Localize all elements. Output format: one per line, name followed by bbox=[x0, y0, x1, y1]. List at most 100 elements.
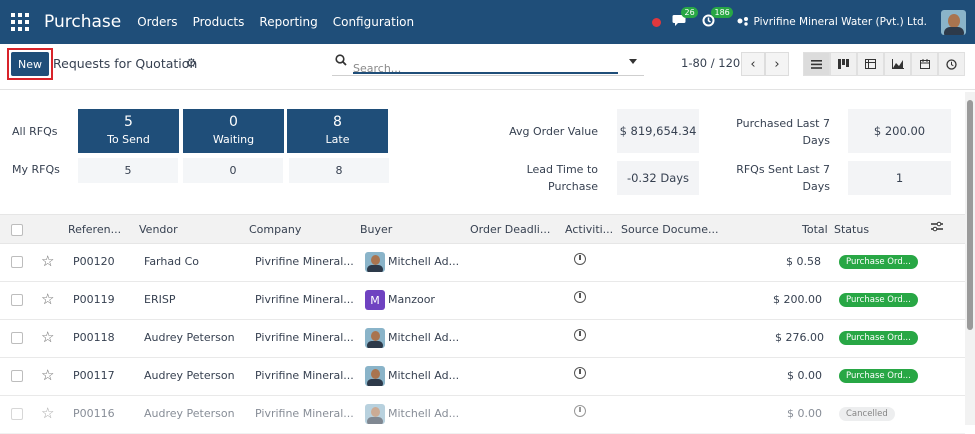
messages-count-badge: 26 bbox=[681, 6, 698, 18]
app-name[interactable]: Purchase bbox=[44, 12, 121, 32]
row-vendor: ERISP bbox=[144, 293, 176, 306]
company-name[interactable]: Pivrifine Mineral Water (Pvt.) Ltd. bbox=[753, 16, 927, 28]
top-navbar: Purchase Orders Products Reporting Confi… bbox=[0, 0, 975, 44]
list-view-icon[interactable] bbox=[803, 52, 830, 76]
pivot-view-icon[interactable] bbox=[857, 52, 884, 76]
my-rfqs-label: My RFQs bbox=[12, 163, 60, 176]
buyer-avatar bbox=[365, 404, 385, 424]
col-source-document[interactable]: Source Docume... bbox=[621, 223, 718, 236]
table-row[interactable]: ☆ P00118 Audrey Peterson Pivrifine Miner… bbox=[0, 320, 965, 358]
pager-previous-button[interactable]: ‹ bbox=[741, 52, 765, 76]
activities-count-badge: 186 bbox=[711, 6, 733, 18]
app-menu-icon[interactable] bbox=[11, 13, 29, 31]
page-title[interactable]: Requests for Quotation bbox=[53, 56, 197, 71]
row-buyer: Mitchell Ad... bbox=[388, 331, 460, 344]
table-row[interactable]: ☆ P00120 Farhad Co Pivrifine Mineral... … bbox=[0, 244, 965, 282]
tile-waiting-count: 0 bbox=[229, 114, 238, 130]
row-vendor: Farhad Co bbox=[144, 255, 199, 268]
search-input[interactable] bbox=[353, 62, 618, 75]
nav-reporting[interactable]: Reporting bbox=[259, 15, 317, 29]
row-vendor: Audrey Peterson bbox=[144, 407, 235, 420]
col-vendor[interactable]: Vendor bbox=[139, 223, 178, 236]
avg-order-label: Avg Order Value bbox=[509, 125, 598, 138]
row-checkbox[interactable] bbox=[11, 256, 23, 268]
row-checkbox[interactable] bbox=[11, 332, 23, 344]
my-waiting-count[interactable]: 0 bbox=[183, 158, 283, 183]
purchased-label-line2: Days bbox=[802, 134, 830, 147]
select-all-checkbox[interactable] bbox=[11, 224, 23, 236]
search-underline bbox=[332, 75, 644, 76]
table-row[interactable]: ☆ P00119 ERISP Pivrifine Mineral... M Ma… bbox=[0, 282, 965, 320]
tile-waiting[interactable]: 0 Waiting bbox=[183, 109, 284, 153]
row-checkbox[interactable] bbox=[11, 370, 23, 382]
row-vendor: Audrey Peterson bbox=[144, 331, 235, 344]
calendar-view-icon[interactable] bbox=[911, 52, 938, 76]
status-badge: Purchase Ord... bbox=[839, 331, 918, 345]
col-buyer[interactable]: Buyer bbox=[360, 223, 392, 236]
tile-late-label: Late bbox=[325, 133, 350, 146]
priority-star-icon[interactable]: ☆ bbox=[41, 328, 54, 346]
purchased-label-line1: Purchased Last 7 bbox=[736, 117, 830, 130]
graph-view-icon[interactable] bbox=[884, 52, 911, 76]
activity-clock-icon[interactable] bbox=[574, 405, 586, 417]
buyer-avatar: M bbox=[365, 290, 385, 310]
tile-to-send[interactable]: 5 To Send bbox=[78, 109, 179, 153]
activity-view-icon[interactable] bbox=[938, 52, 965, 76]
row-total: $ 276.00 bbox=[775, 331, 824, 344]
rfqs-sent-label-line2: Days bbox=[802, 180, 830, 193]
nav-orders[interactable]: Orders bbox=[137, 15, 177, 29]
activity-clock-icon[interactable] bbox=[574, 329, 586, 341]
activity-clock-icon[interactable] bbox=[574, 253, 586, 265]
rfq-dashboard: All RFQs My RFQs 5 To Send 0 Waiting 8 L… bbox=[0, 90, 965, 214]
nav-products[interactable]: Products bbox=[193, 15, 245, 29]
row-checkbox[interactable] bbox=[11, 294, 23, 306]
col-activities[interactable]: Activiti... bbox=[565, 223, 613, 236]
pager-value[interactable]: 1-80 / 120 bbox=[681, 56, 740, 70]
company-switch-icon[interactable] bbox=[737, 16, 749, 29]
lead-time-value: -0.32 Days bbox=[617, 161, 699, 195]
row-total: $ 200.00 bbox=[773, 293, 822, 306]
purchased-value: $ 200.00 bbox=[848, 109, 951, 153]
row-total: $ 0.58 bbox=[786, 255, 821, 268]
gear-icon[interactable]: ⚙ bbox=[186, 56, 197, 70]
search-field[interactable] bbox=[353, 57, 618, 75]
priority-star-icon[interactable]: ☆ bbox=[41, 290, 54, 308]
col-status[interactable]: Status bbox=[834, 223, 869, 236]
tile-late[interactable]: 8 Late bbox=[287, 109, 388, 153]
table-row[interactable]: ☆ P00117 Audrey Peterson Pivrifine Miner… bbox=[0, 358, 965, 396]
activity-clock-icon[interactable] bbox=[574, 291, 586, 303]
activity-clock-icon[interactable] bbox=[574, 367, 586, 379]
tile-to-send-count: 5 bbox=[124, 114, 133, 130]
priority-star-icon[interactable]: ☆ bbox=[41, 252, 54, 270]
tile-late-count: 8 bbox=[333, 114, 342, 130]
user-avatar[interactable] bbox=[941, 9, 966, 35]
rfqs-sent-label-line1: RFQs Sent Last 7 bbox=[736, 163, 830, 176]
search-options-toggle-icon[interactable] bbox=[629, 59, 637, 64]
col-total[interactable]: Total bbox=[802, 223, 828, 236]
buyer-avatar bbox=[365, 252, 385, 272]
col-reference[interactable]: Referen... bbox=[68, 223, 121, 236]
row-reference: P00118 bbox=[73, 331, 115, 344]
row-company: Pivrifine Mineral... bbox=[255, 255, 354, 268]
messages-icon[interactable]: 26 bbox=[672, 6, 698, 31]
row-checkbox[interactable] bbox=[11, 408, 23, 420]
activities-icon[interactable]: 186 bbox=[702, 6, 733, 31]
priority-star-icon[interactable]: ☆ bbox=[41, 404, 54, 422]
my-to-send-count[interactable]: 5 bbox=[78, 158, 178, 183]
row-company: Pivrifine Mineral... bbox=[255, 407, 354, 420]
priority-star-icon[interactable]: ☆ bbox=[41, 366, 54, 384]
row-company: Pivrifine Mineral... bbox=[255, 293, 354, 306]
col-company[interactable]: Company bbox=[249, 223, 301, 236]
scrollbar-thumb[interactable] bbox=[967, 100, 973, 330]
pager-next-button[interactable]: › bbox=[765, 52, 789, 76]
recording-indicator-icon[interactable] bbox=[652, 17, 662, 27]
table-row[interactable]: ☆ P00116 Audrey Peterson Pivrifine Miner… bbox=[0, 396, 965, 434]
nav-configuration[interactable]: Configuration bbox=[333, 15, 414, 29]
my-late-count[interactable]: 8 bbox=[289, 158, 389, 183]
new-button[interactable]: New bbox=[11, 52, 49, 76]
vertical-scrollbar[interactable] bbox=[965, 92, 975, 425]
optional-columns-icon[interactable] bbox=[931, 221, 943, 235]
row-reference: P00117 bbox=[73, 369, 115, 382]
kanban-view-icon[interactable] bbox=[830, 52, 857, 76]
col-order-deadline[interactable]: Order Deadli... bbox=[470, 223, 550, 236]
